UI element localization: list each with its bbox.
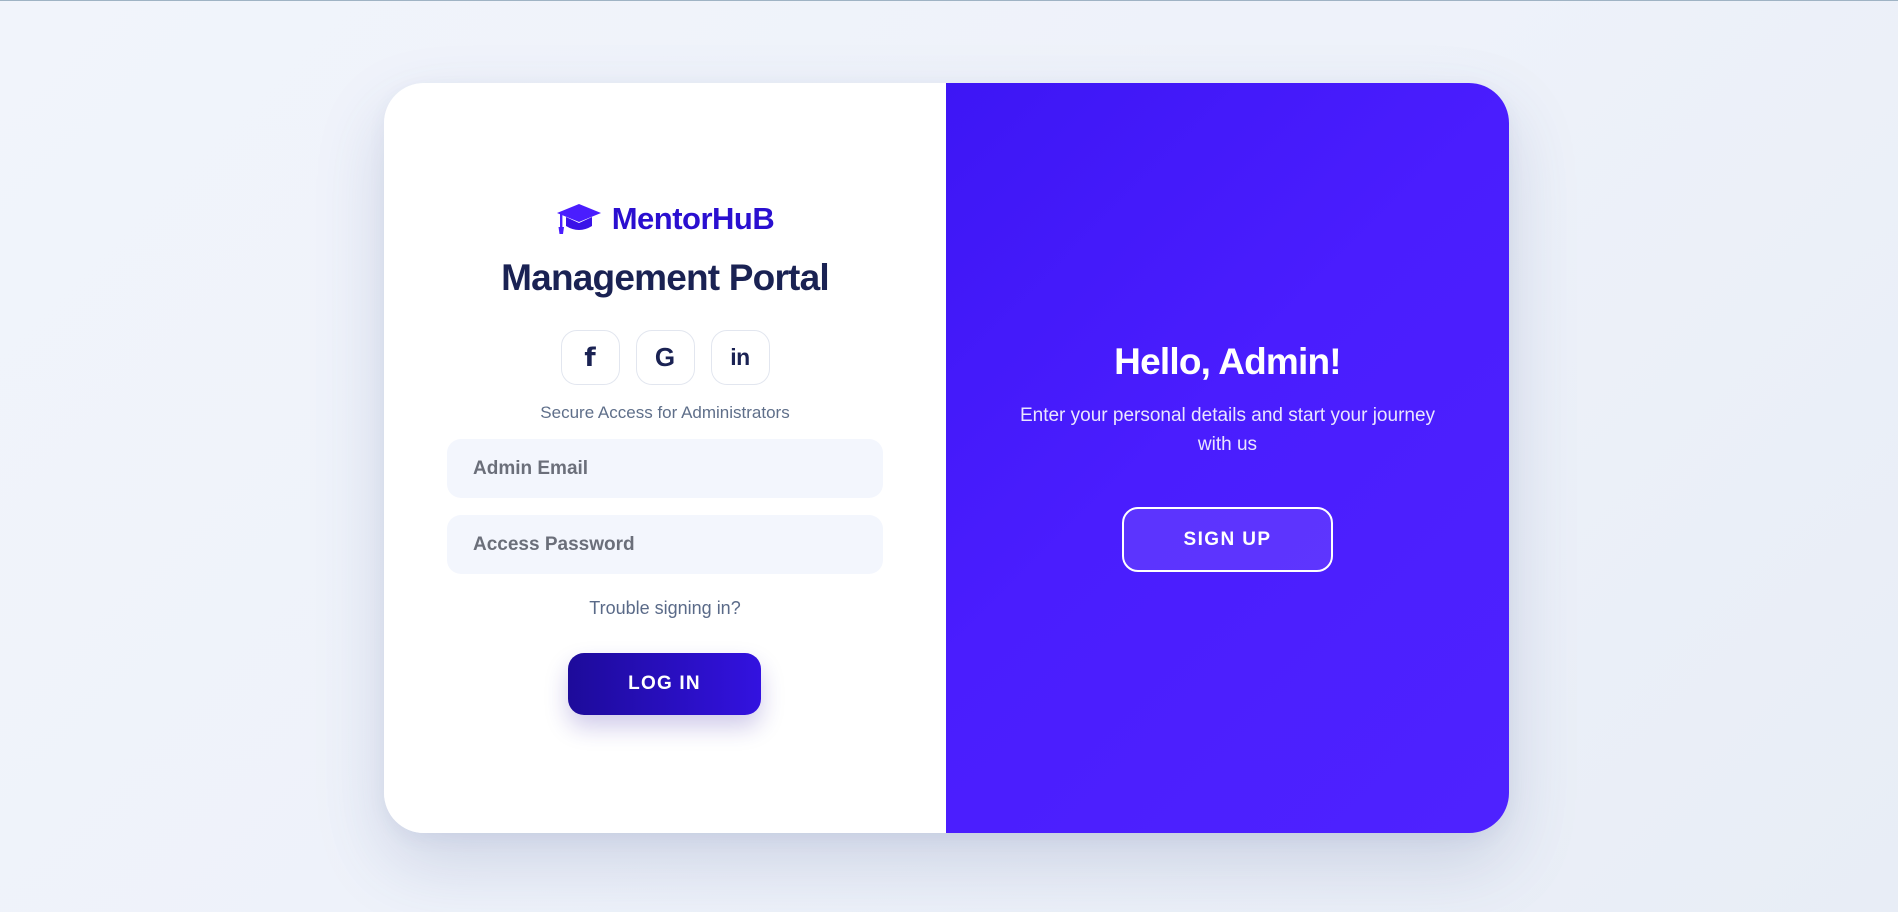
brand-logo: MentorHuB — [384, 201, 946, 237]
trouble-signing-in-link[interactable]: Trouble signing in? — [384, 598, 946, 619]
linkedin-login-button[interactable]: in — [710, 330, 770, 385]
facebook-icon: f — [584, 342, 596, 373]
linkedin-icon: in — [730, 344, 750, 370]
google-icon: G — [654, 342, 676, 372]
social-login-group: f G in — [384, 330, 946, 385]
login-button[interactable]: LOG IN — [568, 653, 761, 715]
facebook-login-button[interactable]: f — [560, 330, 620, 385]
login-subtitle: Secure Access for Administrators — [540, 403, 790, 422]
google-login-button[interactable]: G — [635, 330, 695, 385]
login-panel: MentorHuB Management Portal f G in Secur… — [384, 83, 946, 833]
email-field[interactable] — [447, 439, 883, 498]
welcome-heading: Hello, Admin! — [1114, 341, 1341, 382]
graduation-cap-icon — [556, 204, 601, 234]
auth-card: MentorHuB Management Portal f G in Secur… — [384, 83, 1509, 833]
password-field[interactable] — [447, 515, 883, 574]
brand-name: MentorHuB — [611, 201, 775, 236]
welcome-text: Enter your personal details and start yo… — [1019, 405, 1436, 455]
signup-button[interactable]: SIGN UP — [1122, 507, 1333, 572]
page-title: Management Portal — [501, 257, 830, 298]
welcome-panel: Hello, Admin! Enter your personal detail… — [946, 83, 1509, 833]
